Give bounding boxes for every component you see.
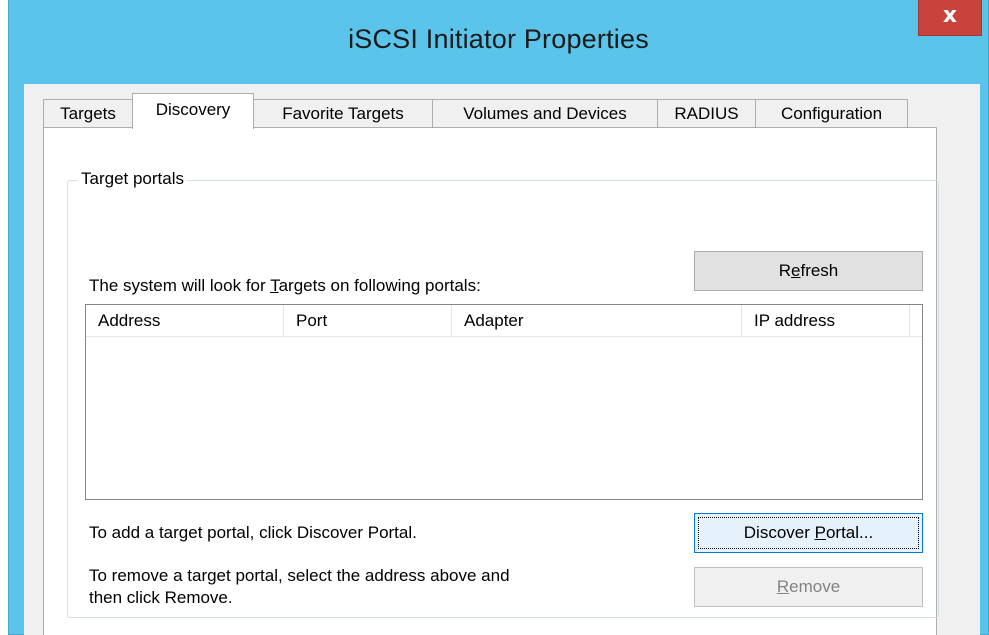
column-header-adapter[interactable]: Adapter (452, 305, 742, 337)
column-header-address[interactable]: Address (86, 305, 284, 337)
remove-portal-hint-line1: To remove a target portal, select the ad… (89, 566, 510, 585)
window-title: iSCSI Initiator Properties (348, 24, 649, 54)
dialog-client-area: Targets Discovery Favorite Targets Volum… (24, 84, 980, 635)
close-button[interactable]: x (918, 0, 982, 36)
discover-portal-button[interactable]: Discover Portal... (694, 513, 923, 553)
remove-button[interactable]: Remove (694, 567, 923, 607)
column-header-port[interactable]: Port (284, 305, 452, 337)
title-bar[interactable]: iSCSI Initiator Properties x (9, 0, 988, 84)
tab-discovery[interactable]: Discovery (132, 93, 254, 129)
target-portals-list[interactable]: Address Port Adapter IP address (85, 304, 923, 500)
focus-ring (698, 517, 919, 549)
remove-portal-hint-line2: then click Remove. (89, 588, 233, 607)
tab-configuration[interactable]: Configuration (755, 99, 908, 129)
target-portals-group-label: Target portals (78, 169, 187, 189)
refresh-button[interactable]: Refresh (694, 251, 923, 291)
list-header: Address Port Adapter IP address (86, 305, 922, 337)
tab-targets[interactable]: Targets (43, 99, 133, 129)
target-portals-group: Target portals The system will look for … (67, 169, 939, 618)
tab-favorite-targets[interactable]: Favorite Targets (253, 99, 433, 129)
portals-list-caption: The system will look for Targets on foll… (89, 276, 481, 295)
tab-volumes-and-devices[interactable]: Volumes and Devices (432, 99, 658, 129)
tab-radius[interactable]: RADIUS (657, 99, 756, 129)
column-header-ip-address[interactable]: IP address (742, 305, 910, 337)
discovery-tab-panel: Target portals The system will look for … (43, 127, 939, 635)
add-portal-hint: To add a target portal, click Discover P… (89, 523, 417, 542)
dialog-window: iSCSI Initiator Properties x Targets Dis… (8, 0, 989, 635)
